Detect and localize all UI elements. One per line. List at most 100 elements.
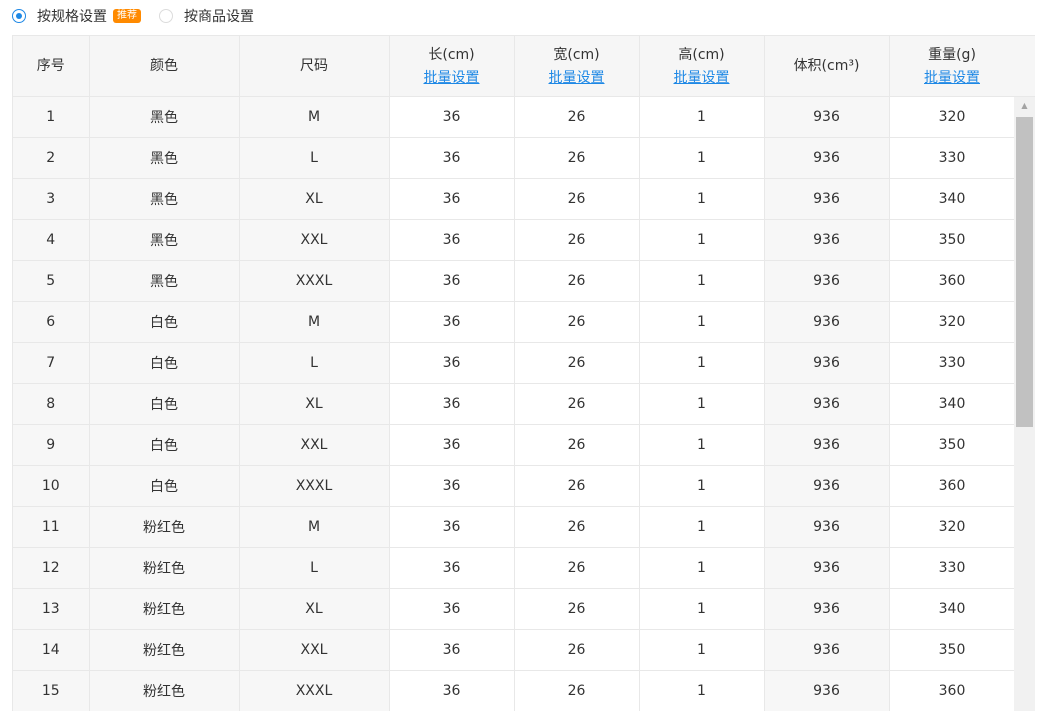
cell-height[interactable]: 1 <box>639 383 765 425</box>
radio-by-spec[interactable]: 按规格设置 推荐 <box>12 6 141 26</box>
setting-mode-group: 按规格设置 推荐 按商品设置 <box>12 6 254 26</box>
cell-weight[interactable]: 330 <box>889 137 1016 179</box>
cell-weight[interactable]: 360 <box>889 670 1016 711</box>
recommend-badge: 推荐 <box>113 9 141 23</box>
cell-width[interactable]: 26 <box>514 383 640 425</box>
length-title: 长(cm) <box>428 46 475 63</box>
cell-height[interactable]: 1 <box>639 301 765 343</box>
cell-width[interactable]: 26 <box>514 588 640 630</box>
cell-height[interactable]: 1 <box>639 670 765 711</box>
radio-checked-icon[interactable] <box>12 9 26 23</box>
cell-index: 9 <box>13 424 90 466</box>
cell-width[interactable]: 26 <box>514 342 640 384</box>
cell-weight[interactable]: 340 <box>889 588 1016 630</box>
col-header-index: 序号 <box>13 36 90 97</box>
cell-width[interactable]: 26 <box>514 670 640 711</box>
cell-length[interactable]: 36 <box>389 465 515 507</box>
cell-size: XXL <box>239 219 390 261</box>
cell-height[interactable]: 1 <box>639 178 765 220</box>
cell-width[interactable]: 26 <box>514 137 640 179</box>
cell-weight[interactable]: 320 <box>889 96 1016 138</box>
batch-set-length-link[interactable]: 批量设置 <box>390 68 514 88</box>
cell-height[interactable]: 1 <box>639 629 765 671</box>
cell-weight[interactable]: 360 <box>889 260 1016 302</box>
cell-weight[interactable]: 350 <box>889 424 1016 466</box>
cell-length[interactable]: 36 <box>389 588 515 630</box>
cell-width[interactable]: 26 <box>514 96 640 138</box>
cell-length[interactable]: 36 <box>389 301 515 343</box>
cell-length[interactable]: 36 <box>389 96 515 138</box>
cell-length[interactable]: 36 <box>389 342 515 384</box>
cell-color: 白色 <box>89 342 240 384</box>
cell-height[interactable]: 1 <box>639 260 765 302</box>
cell-volume: 936 <box>764 178 890 220</box>
cell-size: XXXL <box>239 465 390 507</box>
table-row: 10 白色 XXXL 36 26 1 936 360 <box>13 465 1016 507</box>
cell-size: L <box>239 137 390 179</box>
cell-volume: 936 <box>764 219 890 261</box>
cell-length[interactable]: 36 <box>389 178 515 220</box>
cell-length[interactable]: 36 <box>389 219 515 261</box>
batch-set-height-link[interactable]: 批量设置 <box>640 68 764 88</box>
cell-length[interactable]: 36 <box>389 137 515 179</box>
cell-width[interactable]: 26 <box>514 178 640 220</box>
cell-height[interactable]: 1 <box>639 506 765 548</box>
cell-length[interactable]: 36 <box>389 670 515 711</box>
scrollbar-thumb[interactable] <box>1016 117 1033 427</box>
cell-height[interactable]: 1 <box>639 588 765 630</box>
cell-weight[interactable]: 340 <box>889 383 1016 425</box>
cell-weight[interactable]: 320 <box>889 506 1016 548</box>
cell-height[interactable]: 1 <box>639 342 765 384</box>
col-header-length: 长(cm) 批量设置 <box>389 36 515 97</box>
radio-unchecked-icon[interactable] <box>159 9 173 23</box>
cell-height[interactable]: 1 <box>639 424 765 466</box>
cell-color: 粉红色 <box>89 506 240 548</box>
table-body: 1 黑色 M 36 26 1 936 320 2 黑色 L 36 26 1 936 330 3 黑色 XL 36 26 1… <box>13 96 1016 711</box>
cell-width[interactable]: 26 <box>514 260 640 302</box>
cell-width[interactable]: 26 <box>514 465 640 507</box>
cell-width[interactable]: 26 <box>514 424 640 466</box>
cell-size: XXXL <box>239 670 390 711</box>
cell-volume: 936 <box>764 260 890 302</box>
scroll-up-arrow-icon[interactable]: ▲ <box>1014 97 1035 114</box>
spec-table-container: 序号 颜色 尺码 长(cm) 批量设置 宽(cm) 批量设置 高(cm) 批量设… <box>12 35 1035 711</box>
col-header-volume: 体积(cm³) <box>764 36 890 97</box>
cell-height[interactable]: 1 <box>639 465 765 507</box>
cell-height[interactable]: 1 <box>639 137 765 179</box>
cell-length[interactable]: 36 <box>389 629 515 671</box>
cell-height[interactable]: 1 <box>639 219 765 261</box>
cell-length[interactable]: 36 <box>389 547 515 589</box>
cell-weight[interactable]: 330 <box>889 547 1016 589</box>
cell-size: XL <box>239 588 390 630</box>
cell-width[interactable]: 26 <box>514 301 640 343</box>
cell-weight[interactable]: 360 <box>889 465 1016 507</box>
cell-weight[interactable]: 340 <box>889 178 1016 220</box>
cell-weight[interactable]: 320 <box>889 301 1016 343</box>
cell-length[interactable]: 36 <box>389 260 515 302</box>
cell-width[interactable]: 26 <box>514 506 640 548</box>
cell-size: L <box>239 547 390 589</box>
batch-set-width-link[interactable]: 批量设置 <box>515 68 639 88</box>
cell-weight[interactable]: 350 <box>889 219 1016 261</box>
radio-by-product[interactable]: 按商品设置 <box>159 6 254 26</box>
table-row: 5 黑色 XXXL 36 26 1 936 360 <box>13 260 1016 302</box>
cell-length[interactable]: 36 <box>389 383 515 425</box>
batch-set-weight-link[interactable]: 批量设置 <box>890 68 1015 88</box>
cell-weight[interactable]: 350 <box>889 629 1016 671</box>
cell-height[interactable]: 1 <box>639 547 765 589</box>
cell-color: 粉红色 <box>89 629 240 671</box>
cell-volume: 936 <box>764 506 890 548</box>
cell-length[interactable]: 36 <box>389 506 515 548</box>
table-row: 1 黑色 M 36 26 1 936 320 <box>13 96 1016 138</box>
cell-width[interactable]: 26 <box>514 629 640 671</box>
cell-width[interactable]: 26 <box>514 547 640 589</box>
cell-weight[interactable]: 330 <box>889 342 1016 384</box>
table-row: 12 粉红色 L 36 26 1 936 330 <box>13 547 1016 589</box>
cell-volume: 936 <box>764 547 890 589</box>
cell-length[interactable]: 36 <box>389 424 515 466</box>
table-row: 3 黑色 XL 36 26 1 936 340 <box>13 178 1016 220</box>
cell-height[interactable]: 1 <box>639 96 765 138</box>
vertical-scrollbar[interactable]: ▲ <box>1014 97 1035 711</box>
cell-width[interactable]: 26 <box>514 219 640 261</box>
col-header-size: 尺码 <box>239 36 390 97</box>
